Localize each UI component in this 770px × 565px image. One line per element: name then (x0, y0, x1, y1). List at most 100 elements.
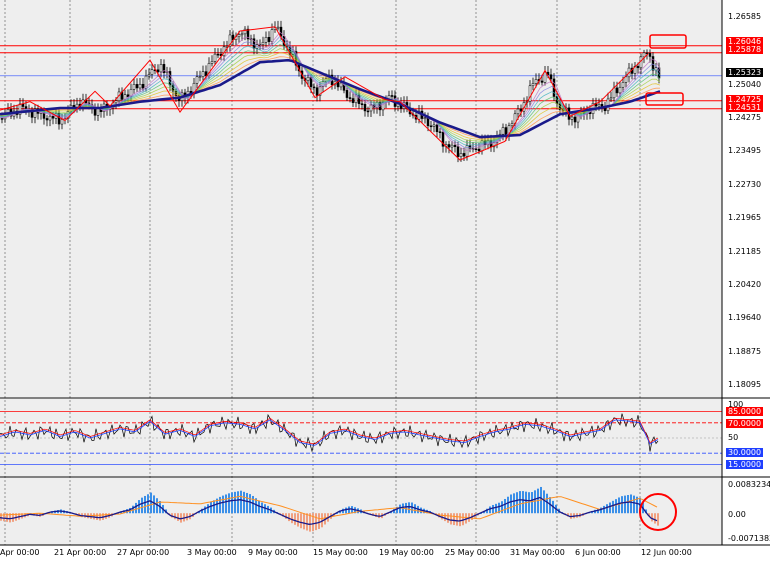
candle-body (30, 111, 34, 118)
macd-histogram-bar (456, 513, 458, 526)
candle-body (198, 76, 202, 78)
price-label: 1.22730 (728, 180, 762, 189)
candle-body (510, 123, 514, 127)
price-label: 1.21185 (728, 247, 762, 256)
macd-histogram-bar (495, 503, 497, 514)
macd-histogram-bar (177, 513, 179, 521)
candle-body (390, 95, 394, 97)
macd-histogram-bar (0, 513, 2, 521)
macd-histogram-bar (399, 504, 401, 514)
time-label: 31 May 00:00 (510, 548, 565, 557)
macd-histogram-bar (459, 513, 461, 527)
candle-body (534, 79, 538, 84)
macd-histogram-bar (633, 495, 635, 514)
candle-body (264, 37, 268, 43)
candle-body (21, 103, 25, 107)
candle-body (450, 144, 454, 148)
macd-histogram-bar (624, 495, 626, 514)
support-tag: 1.24531 (726, 103, 764, 112)
current-price-tag: 1.25323 (726, 68, 764, 77)
macd-histogram-bar (147, 494, 149, 514)
macd-histogram-bar (300, 513, 302, 529)
macd-histogram-bar (543, 490, 545, 514)
price-label: 1.19640 (728, 313, 762, 322)
macd-histogram-bar (345, 507, 347, 514)
rsi-level-tag: 15.0000 (726, 460, 764, 469)
price-label: 1.20420 (728, 280, 762, 289)
candle-body (642, 52, 646, 58)
candle-body (0, 118, 4, 120)
candle-body (216, 53, 220, 56)
time-label: 9 May 00:00 (248, 548, 298, 557)
candle-body (618, 86, 622, 94)
macd-histogram-bar (603, 505, 605, 514)
candle-body (447, 144, 451, 148)
macd-histogram-bar (141, 497, 143, 514)
candle-body (573, 116, 577, 123)
macd-histogram-bar (252, 495, 254, 514)
candle-body (351, 98, 355, 103)
price-label: 1.24275 (728, 113, 762, 122)
time-label: 3 May 00:00 (187, 548, 237, 557)
candle-body (474, 148, 478, 151)
candle-body (639, 56, 643, 69)
candle-body (543, 71, 547, 83)
macd-histogram-bar (207, 504, 209, 514)
candle-body (267, 37, 271, 42)
macd-histogram-bar (288, 513, 290, 522)
macd-histogram-bar (306, 513, 308, 531)
macd-histogram-bar (522, 491, 524, 514)
candle-body (138, 83, 142, 89)
candle-body (516, 108, 520, 115)
macd-histogram-bar (144, 495, 146, 514)
macd-histogram-bar (447, 513, 449, 523)
macd-histogram-bar (531, 492, 533, 514)
candle-body (345, 90, 349, 98)
rsi-level-tag: 85.0000 (726, 407, 764, 416)
macd-histogram-bar (213, 500, 215, 514)
candle-body (159, 64, 163, 73)
macd-histogram-bar (297, 513, 299, 527)
candle-body (609, 97, 613, 100)
price-label: 1.26585 (728, 12, 762, 21)
candle-body (60, 119, 64, 125)
macd-histogram-bar (294, 513, 296, 525)
candle-body (651, 56, 655, 71)
resistance-tag: 1.25878 (726, 45, 764, 54)
price-label: 1.21965 (728, 213, 762, 222)
macd-histogram-bar (615, 499, 617, 514)
macd-histogram-bar (96, 513, 98, 520)
candle-body (93, 108, 97, 116)
macd-histogram-bar (600, 507, 602, 514)
macd-histogram-bar (138, 500, 140, 514)
macd-histogram-bar (315, 513, 317, 531)
macd-histogram-bar (489, 506, 491, 514)
trading-chart[interactable] (0, 0, 770, 565)
macd-histogram-bar (246, 492, 248, 514)
macd-histogram-bar (453, 513, 455, 526)
candle-body (270, 29, 274, 42)
candle-body (114, 100, 118, 104)
candle-body (429, 125, 433, 128)
candle-body (456, 146, 460, 157)
candle-body (636, 66, 640, 69)
candle-body (141, 83, 145, 89)
macd-histogram-bar (621, 496, 623, 514)
macd-bottom-label: -0.0071383 (728, 534, 770, 543)
time-label: Apr 00:00 (0, 548, 40, 557)
macd-histogram-bar (303, 513, 305, 530)
macd-histogram-bar (408, 502, 410, 514)
macd-histogram-bar (606, 504, 608, 514)
candle-body (459, 153, 463, 157)
candle-body (315, 87, 319, 96)
candle-body (48, 115, 52, 121)
macd-histogram-bar (135, 502, 137, 514)
macd-histogram-bar (318, 513, 320, 529)
price-label: 1.23495 (728, 146, 762, 155)
time-label: 21 Apr 00:00 (54, 548, 107, 557)
candle-body (210, 61, 214, 64)
candle-body (252, 38, 256, 49)
candle-body (237, 34, 241, 37)
time-label: 15 May 00:00 (313, 548, 368, 557)
macd-histogram-bar (204, 506, 206, 514)
